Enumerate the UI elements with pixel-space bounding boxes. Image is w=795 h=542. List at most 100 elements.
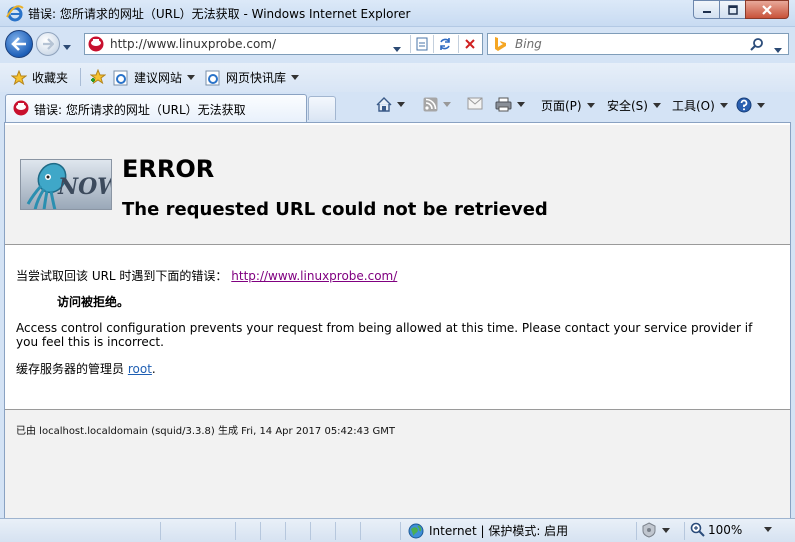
favorite-link-suggested-sites[interactable]: 建议网站 — [113, 69, 196, 86]
ie-page-icon — [205, 70, 220, 85]
search-placeholder[interactable]: Bing — [515, 37, 542, 51]
page-menu-label: 页面(P) — [541, 99, 582, 113]
chevron-down-icon — [774, 48, 782, 53]
minimize-button[interactable] — [693, 0, 720, 19]
mail-icon — [467, 97, 483, 110]
status-divider — [310, 522, 311, 540]
error-subheading: The requested URL could not be retrieved — [122, 199, 548, 220]
close-window-button[interactable] — [745, 0, 789, 19]
address-dropdown[interactable] — [393, 41, 401, 55]
error-header: NOW ERROR The requested URL could not be… — [5, 125, 790, 245]
page-menu[interactable]: 页面(P) — [541, 97, 595, 114]
refresh-icon — [439, 38, 450, 50]
page-footer: 已由 localhost.localdomain (squid/3.3.8) 生… — [5, 410, 790, 518]
address-url[interactable]: http://www.linuxprobe.com/ — [110, 37, 276, 51]
compatibility-view-button[interactable] — [410, 35, 432, 53]
forward-button[interactable] — [36, 32, 60, 56]
tools-menu[interactable]: 工具(O) — [672, 97, 728, 114]
favorite-link-web-slice-gallery[interactable]: 网页快讯库 — [205, 69, 300, 86]
status-bar: Internet | 保护模式: 启用 100% — [0, 518, 795, 542]
back-button[interactable] — [5, 30, 33, 58]
chevron-down-icon — [187, 75, 196, 80]
minimize-icon — [702, 10, 711, 13]
search-button[interactable] — [750, 37, 764, 54]
maximize-icon — [727, 4, 738, 15]
admin-prefix: 缓存服务器的管理员 — [16, 362, 125, 376]
read-mail-button[interactable] — [467, 97, 483, 110]
zoom-level: 100% — [708, 522, 743, 537]
help-button[interactable] — [736, 97, 765, 113]
site-favicon-icon — [88, 36, 104, 52]
print-button[interactable] — [495, 97, 525, 112]
window-controls — [693, 0, 789, 19]
address-bar[interactable]: http://www.linuxprobe.com/ — [84, 33, 483, 55]
status-divider — [160, 522, 161, 540]
home-button[interactable] — [376, 97, 405, 112]
chevron-down-icon — [443, 102, 451, 107]
favorites-star-icon — [11, 70, 27, 85]
forward-arrow-icon — [43, 38, 54, 50]
bing-logo-icon — [492, 37, 508, 51]
search-box[interactable]: Bing — [487, 33, 789, 55]
page-content: NOW ERROR The requested URL could not be… — [4, 122, 791, 518]
chevron-down-icon — [652, 103, 661, 108]
status-divider — [235, 522, 236, 540]
chevron-down-icon — [764, 527, 773, 532]
maximize-button[interactable] — [719, 0, 746, 19]
admin-email-link[interactable]: root — [128, 362, 152, 376]
add-to-favorites-button[interactable] — [90, 69, 106, 84]
home-icon — [376, 97, 392, 112]
chevron-down-icon — [517, 102, 525, 107]
new-tab-button[interactable] — [308, 96, 336, 120]
status-divider — [260, 522, 261, 540]
attempt-prefix: 当尝试取回该 URL 时遇到下面的错误： — [16, 269, 228, 283]
status-divider — [400, 522, 401, 540]
attempt-message: 当尝试取回该 URL 时遇到下面的错误： http://www.linuxpro… — [16, 267, 397, 284]
status-divider — [335, 522, 336, 540]
chevron-down-icon — [63, 45, 71, 50]
feeds-button[interactable] — [423, 97, 451, 112]
favorites-button[interactable]: 收藏夹 — [11, 69, 68, 86]
safety-menu-label: 安全(S) — [607, 99, 648, 113]
status-divider — [636, 522, 637, 540]
suggested-sites-label: 建议网站 — [134, 71, 183, 85]
stop-icon — [464, 39, 475, 49]
favorites-label: 收藏夹 — [32, 71, 69, 85]
logo-text: NOW — [58, 174, 111, 200]
help-icon — [736, 97, 752, 113]
safety-menu[interactable]: 安全(S) — [607, 97, 661, 114]
tab-bar: 错误: 您所请求的网址（URL）无法获取 页面(P) 安全(S) 工具(O) — [0, 92, 795, 122]
chevron-down-icon — [757, 102, 765, 108]
refresh-button[interactable] — [433, 35, 455, 53]
generated-by-text: 已由 localhost.localdomain (squid/3.3.8) 生… — [16, 426, 396, 437]
stop-button[interactable] — [458, 35, 480, 53]
close-icon — [762, 4, 772, 15]
status-divider — [684, 522, 685, 540]
navigation-bar: http://www.linuxprobe.com/ Bing — [0, 27, 795, 63]
web-slice-gallery-label: 网页快讯库 — [226, 71, 287, 85]
policy-message: Access control configuration prevents yo… — [16, 321, 753, 349]
toolbar-divider — [80, 68, 81, 86]
tab-label: 错误: 您所请求的网址（URL）无法获取 — [34, 103, 246, 117]
security-zone-label: Internet | 保护模式: 启用 — [429, 524, 569, 538]
zoom-control[interactable]: 100% — [690, 522, 773, 537]
status-divider — [285, 522, 286, 540]
access-denied-text: 访问被拒绝。 — [57, 295, 130, 309]
security-zone[interactable]: Internet | 保护模式: 启用 — [408, 522, 568, 539]
chevron-down-icon — [393, 47, 401, 52]
attempted-url-link[interactable]: http://www.linuxprobe.com/ — [231, 269, 397, 283]
protected-mode-button[interactable] — [641, 522, 670, 538]
recent-pages-dropdown[interactable] — [63, 39, 71, 53]
ie-logo-icon — [6, 4, 24, 22]
tab-current-page[interactable]: 错误: 您所请求的网址（URL）无法获取 — [5, 94, 307, 122]
search-options-dropdown[interactable] — [774, 42, 782, 56]
chevron-down-icon — [719, 103, 728, 108]
back-arrow-icon — [11, 37, 26, 51]
protected-mode-icon — [642, 522, 656, 538]
printer-icon — [495, 97, 512, 112]
compatibility-view-icon — [416, 37, 427, 51]
chevron-down-icon — [586, 103, 595, 108]
tools-menu-label: 工具(O) — [672, 99, 715, 113]
rss-feed-icon — [423, 97, 438, 112]
ie-page-icon — [113, 70, 128, 85]
